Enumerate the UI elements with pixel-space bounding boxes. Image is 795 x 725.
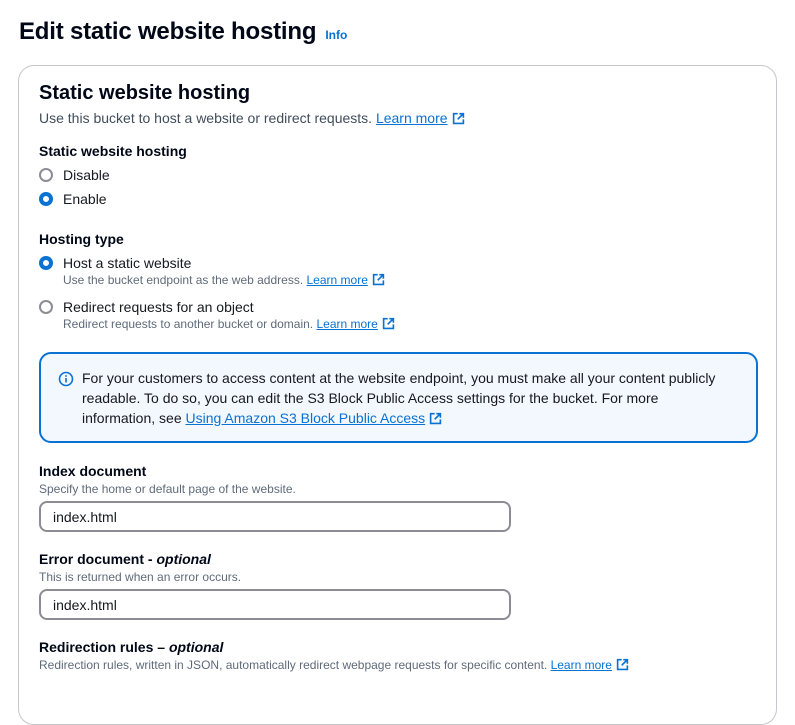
block-public-access-link[interactable]: Using Amazon S3 Block Public Access xyxy=(186,410,426,426)
radio-label: Enable xyxy=(63,191,107,207)
info-circle-icon xyxy=(58,371,74,387)
radio-button[interactable] xyxy=(39,300,53,314)
external-link-icon[interactable] xyxy=(382,317,395,330)
external-link-icon[interactable] xyxy=(372,273,385,286)
index-document-label: Index document xyxy=(39,463,147,479)
learn-more-link[interactable]: Learn more xyxy=(307,273,368,287)
page-header: Edit static website hosting Info xyxy=(19,18,347,46)
hosting-label: Static website hosting xyxy=(39,143,187,159)
error-document-label: Error document - optional xyxy=(39,551,211,567)
external-link-icon[interactable] xyxy=(429,412,442,425)
radio-button-checked[interactable] xyxy=(39,192,53,206)
static-hosting-panel: Static website hosting Use this bucket t… xyxy=(18,65,777,725)
radio-button-checked[interactable] xyxy=(39,256,53,270)
radio-label: Redirect requests for an object xyxy=(63,299,254,315)
radio-label: Host a static website xyxy=(63,255,192,271)
radio-description: Redirect requests to another bucket or d… xyxy=(63,317,395,331)
error-document-description: This is returned when an error occurs. xyxy=(39,570,242,584)
learn-more-link[interactable]: Learn more xyxy=(316,317,377,331)
radio-description: Use the bucket endpoint as the web addre… xyxy=(63,273,385,287)
info-link[interactable]: Info xyxy=(325,28,347,42)
redirection-rules-label: Redirection rules – optional xyxy=(39,639,224,655)
radio-enable[interactable]: Enable xyxy=(39,191,107,207)
page-title: Edit static website hosting xyxy=(19,18,317,45)
learn-more-link[interactable]: Learn more xyxy=(376,110,448,126)
error-document-input[interactable] xyxy=(39,589,511,620)
redirection-rules-description: Redirection rules, written in JSON, auto… xyxy=(39,658,629,672)
external-link-icon[interactable] xyxy=(452,112,465,125)
radio-host-static-website[interactable]: Host a static website Use the bucket end… xyxy=(39,255,385,287)
alert-text: For your customers to access content at … xyxy=(82,370,716,426)
section-title: Static website hosting xyxy=(39,82,251,104)
index-document-input[interactable] xyxy=(39,501,511,532)
radio-disable[interactable]: Disable xyxy=(39,167,110,183)
section-description: Use this bucket to host a website or red… xyxy=(39,110,465,126)
external-link-icon[interactable] xyxy=(616,658,629,671)
radio-label: Disable xyxy=(63,167,110,183)
radio-button[interactable] xyxy=(39,168,53,182)
info-alert: For your customers to access content at … xyxy=(39,352,758,443)
learn-more-link[interactable]: Learn more xyxy=(551,658,612,672)
radio-redirect-requests[interactable]: Redirect requests for an object Redirect… xyxy=(39,299,395,331)
index-document-description: Specify the home or default page of the … xyxy=(39,482,296,496)
hosting-type-label: Hosting type xyxy=(39,231,124,247)
